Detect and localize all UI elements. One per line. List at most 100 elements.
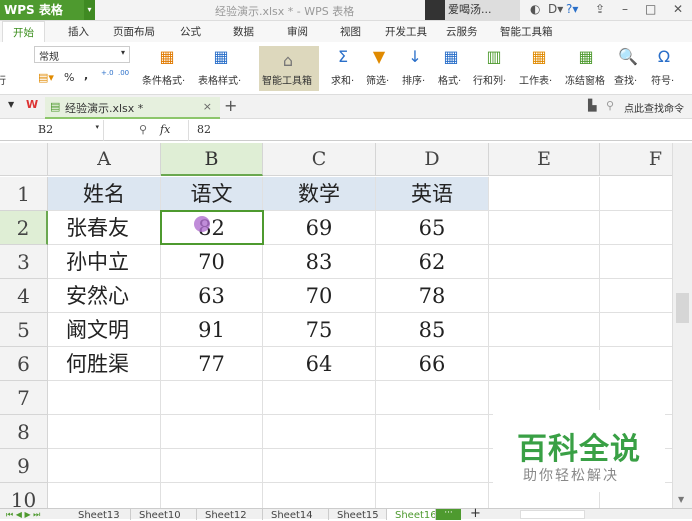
row-header-10[interactable]: 10	[0, 483, 48, 508]
filter-button[interactable]: 筛选·	[366, 72, 389, 87]
wrap-text-button[interactable]: 换行	[0, 72, 6, 87]
data-cell[interactable]: 张春友	[48, 211, 161, 245]
header-cell[interactable]: 语文	[161, 177, 263, 211]
cell[interactable]	[48, 381, 161, 415]
cell[interactable]	[263, 415, 376, 449]
cell[interactable]	[263, 381, 376, 415]
comma-button[interactable]: ,	[84, 69, 88, 82]
name-box[interactable]: B2 ▾	[0, 120, 104, 141]
document-tab[interactable]: ▤ 经验演示.xlsx * ×	[45, 97, 220, 119]
data-cell[interactable]: 安然心	[48, 279, 161, 313]
worksheet-button[interactable]: 工作表·	[519, 72, 552, 87]
row-header-3[interactable]: 3	[0, 245, 48, 279]
row-header-9[interactable]: 9	[0, 449, 48, 483]
bookmark-icon[interactable]: ▙	[588, 99, 596, 112]
rows-columns-button[interactable]: 行和列·	[473, 72, 506, 87]
sheet-tab[interactable]: Sheet14	[263, 509, 329, 520]
data-cell[interactable]: 何胜渠	[48, 347, 161, 381]
tab-insert[interactable]: 插入	[68, 24, 89, 39]
help-icon[interactable]: ?▾	[566, 2, 578, 16]
row-header-6[interactable]: 6	[0, 347, 48, 381]
data-cell[interactable]: 77	[161, 347, 263, 381]
cell[interactable]	[600, 245, 672, 279]
table-style-button[interactable]: 表格样式·	[198, 72, 241, 87]
data-cell[interactable]: 69	[263, 211, 376, 245]
freeze-panes-button[interactable]: 冻结窗格	[565, 72, 605, 87]
row-header-2[interactable]: 2	[0, 211, 48, 245]
sheet-tab[interactable]: Sheet13	[70, 509, 131, 520]
cell[interactable]	[489, 177, 600, 211]
column-header-A[interactable]: A	[48, 143, 161, 176]
scrollbar-thumb[interactable]	[676, 293, 689, 323]
data-cell[interactable]: 78	[376, 279, 489, 313]
cell[interactable]	[48, 415, 161, 449]
currency-icon[interactable]: ▤▾	[38, 71, 54, 84]
minimize-button[interactable]: –	[622, 2, 628, 16]
find-button[interactable]: 查找·	[614, 72, 637, 87]
scroll-down-icon[interactable]: ▼	[678, 495, 684, 504]
sheet-tab[interactable]: Sheet16	[387, 509, 436, 520]
row-header-5[interactable]: 5	[0, 313, 48, 347]
function-button[interactable]: fx	[160, 123, 170, 136]
column-header-C[interactable]: C	[263, 143, 376, 176]
smart-toolbox-button[interactable]: ⌂ 智能工具箱	[259, 46, 319, 91]
maximize-button[interactable]: □	[645, 2, 656, 16]
data-cell[interactable]: 孙中立	[48, 245, 161, 279]
data-cell[interactable]: 83	[263, 245, 376, 279]
row-header-8[interactable]: 8	[0, 415, 48, 449]
cell[interactable]	[489, 313, 600, 347]
tab-smart-toolbox[interactable]: 智能工具箱	[500, 24, 553, 39]
data-cell[interactable]: 62	[376, 245, 489, 279]
tab-list-dropdown-icon[interactable]: ▼	[8, 100, 14, 109]
horizontal-scrollbar[interactable]	[520, 510, 585, 519]
cell[interactable]	[600, 347, 672, 381]
tab-developer[interactable]: 开发工具	[385, 24, 427, 39]
cell[interactable]	[376, 483, 489, 508]
sheet-nav-arrows-icon[interactable]: ⏮ ◀ ▶ ⏭	[6, 509, 40, 521]
cell[interactable]	[376, 415, 489, 449]
d-icon[interactable]: D▾	[548, 2, 563, 16]
row-header-4[interactable]: 4	[0, 279, 48, 313]
more-sheets-button[interactable]: ···	[436, 509, 461, 520]
format-button[interactable]: 格式·	[438, 72, 461, 87]
cell[interactable]	[489, 245, 600, 279]
tab-cloud[interactable]: 云服务	[446, 24, 478, 39]
cell[interactable]	[48, 449, 161, 483]
user-account[interactable]: 爱喝汤...	[425, 0, 520, 20]
cell[interactable]	[600, 279, 672, 313]
cell[interactable]	[263, 483, 376, 508]
number-format-select[interactable]: 常规 ▾	[34, 46, 130, 63]
cell[interactable]	[376, 449, 489, 483]
formula-input[interactable]: 82	[188, 120, 692, 141]
tab-review[interactable]: 审阅	[287, 24, 308, 39]
cell[interactable]	[161, 415, 263, 449]
cell[interactable]	[489, 279, 600, 313]
data-cell[interactable]: 64	[263, 347, 376, 381]
cell[interactable]	[161, 449, 263, 483]
data-cell[interactable]: 阚文明	[48, 313, 161, 347]
data-cell[interactable]: 85	[376, 313, 489, 347]
cell[interactable]	[376, 381, 489, 415]
data-cell[interactable]: 63	[161, 279, 263, 313]
data-cell[interactable]: 70	[161, 245, 263, 279]
column-header-E[interactable]: E	[489, 143, 600, 176]
select-all-corner[interactable]	[0, 143, 48, 176]
data-cell[interactable]: 91	[161, 313, 263, 347]
cell[interactable]	[263, 449, 376, 483]
column-header-D[interactable]: D	[376, 143, 489, 176]
vertical-scrollbar[interactable]: ▼	[672, 143, 692, 508]
cell[interactable]	[600, 313, 672, 347]
cell[interactable]	[161, 483, 263, 508]
header-cell[interactable]: 姓名	[48, 177, 161, 211]
cell[interactable]	[600, 211, 672, 245]
tab-data[interactable]: 数据	[233, 24, 254, 39]
percent-button[interactable]: %	[64, 71, 74, 84]
conditional-format-button[interactable]: 条件格式·	[142, 72, 185, 87]
sort-button[interactable]: 排序·	[402, 72, 425, 87]
cell[interactable]	[600, 177, 672, 211]
data-cell[interactable]: 70	[263, 279, 376, 313]
tab-view[interactable]: 视图	[340, 24, 361, 39]
close-button[interactable]: ✕	[673, 2, 683, 16]
header-cell[interactable]: 英语	[376, 177, 489, 211]
sheet-tab[interactable]: Sheet10	[131, 509, 197, 520]
